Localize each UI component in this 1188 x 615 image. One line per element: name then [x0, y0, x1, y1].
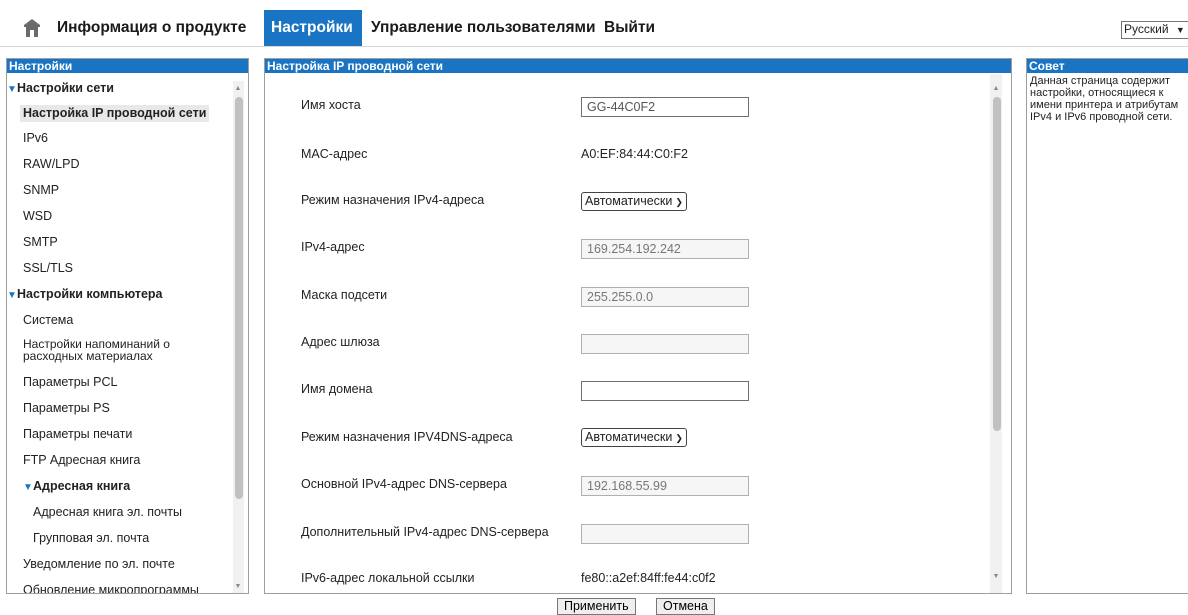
nav-product-info[interactable]: Информация о продукте [50, 10, 253, 46]
wired-ip-settings-panel: Настройка IP проводной сети Имя хоста GG… [264, 58, 1012, 594]
sidebar-item-ps[interactable]: Параметры PS [23, 401, 110, 416]
sidebar-category-label: Настройки компьютера [17, 287, 163, 301]
sidebar-item-print[interactable]: Параметры печати [23, 427, 132, 442]
tip-panel: Совет Данная страница содержит настройки… [1026, 58, 1188, 594]
nav-settings[interactable]: Настройки [264, 10, 362, 46]
scroll-up-arrow-icon[interactable]: ▲ [233, 85, 243, 93]
sidebar-category-label: Адресная книга [33, 479, 131, 493]
language-select-value: Русский [1124, 22, 1169, 36]
settings-sidebar: Настройки ▼Настройки сети Настройка IP п… [6, 58, 249, 594]
sidebar-scroll-thumb[interactable] [235, 97, 243, 499]
ipv6-link-local-value: fe80::a2ef:84ff:fe44:c0f2 [581, 571, 716, 585]
sidebar-category-address-book[interactable]: ▼Адресная книга [23, 479, 130, 495]
gateway-input[interactable] [581, 334, 749, 354]
sidebar-item-wired-ip[interactable]: Настройка IP проводной сети [20, 105, 210, 122]
gateway-label: Адрес шлюза [301, 335, 380, 349]
sidebar-item-snmp[interactable]: SNMP [23, 183, 59, 198]
sidebar-item-group-email[interactable]: Групповая эл. почта [33, 531, 149, 546]
panel-title: Настройка IP проводной сети [265, 59, 1011, 73]
tip-title: Совет [1027, 59, 1188, 73]
dns-primary-input[interactable]: 192.168.55.99 [581, 476, 749, 496]
domain-input[interactable] [581, 381, 749, 401]
apply-button[interactable]: Применить [557, 598, 636, 615]
sidebar-item-rawlpd[interactable]: RAW/LPD [23, 157, 80, 172]
top-navigation-bar: Информация о продукте Настройки Управлен… [0, 10, 1188, 47]
sidebar-category-network[interactable]: ▼Настройки сети [7, 81, 114, 97]
cancel-button[interactable]: Отмена [656, 598, 715, 615]
ipv4-address-input[interactable]: 169.254.192.242 [581, 239, 749, 259]
sidebar-category-computer[interactable]: ▼Настройки компьютера [7, 287, 163, 303]
dns-mode-label: Режим назначения IPV4DNS-адреса [301, 430, 513, 444]
sidebar-item-smtp[interactable]: SMTP [23, 235, 58, 250]
dns-primary-label: Основной IPv4-адрес DNS-сервера [301, 477, 507, 491]
sidebar-item-email-notify[interactable]: Уведомление по эл. почте [23, 557, 175, 572]
scroll-up-arrow-icon[interactable]: ▲ [991, 85, 1001, 93]
language-select[interactable]: Русский ▼ [1121, 21, 1188, 39]
nav-user-management[interactable]: Управление пользователями [364, 10, 603, 46]
triangle-down-icon: ▼ [7, 84, 17, 95]
ipv6-link-local-label: IPv6-адрес локальной ссылки [301, 571, 475, 585]
chevron-down-icon: ❯ [675, 433, 683, 443]
triangle-down-icon: ▼ [23, 482, 33, 493]
mac-label: MAC-адрес [301, 147, 368, 161]
subnet-mask-label: Маска подсети [301, 288, 388, 302]
sidebar-item-firmware[interactable]: Обновление микропрограммы [23, 583, 199, 593]
nav-logout[interactable]: Выйти [597, 10, 662, 46]
sidebar-item-ipv6[interactable]: IPv6 [23, 131, 48, 146]
ipv4-mode-select[interactable]: Автоматически ❯ [581, 192, 687, 211]
sidebar-item-ssltls[interactable]: SSL/TLS [23, 261, 73, 276]
sidebar-item-wsd[interactable]: WSD [23, 209, 52, 224]
dns-secondary-label: Дополнительный IPv4-адрес DNS-сервера [301, 525, 549, 539]
sidebar-item-pcl[interactable]: Параметры PCL [23, 375, 117, 390]
dns-mode-select[interactable]: Автоматически ❯ [581, 428, 687, 447]
sidebar-item-email-book[interactable]: Адресная книга эл. почты [33, 505, 182, 520]
hostname-input[interactable]: GG-44C0F2 [581, 97, 749, 117]
sidebar-item-ftp[interactable]: FTP Адресная книга [23, 453, 140, 468]
subnet-mask-input[interactable]: 255.255.0.0 [581, 287, 749, 307]
sidebar-title: Настройки [7, 59, 248, 73]
ipv4-mode-select-value: Автоматически [585, 194, 673, 208]
content-scroll-thumb[interactable] [993, 97, 1001, 431]
sidebar-item-system[interactable]: Система [23, 313, 73, 328]
domain-label: Имя домена [301, 382, 373, 396]
sidebar-category-label: Настройки сети [17, 81, 114, 95]
triangle-down-icon: ▼ [7, 290, 17, 301]
dns-secondary-input[interactable] [581, 524, 749, 544]
scroll-down-arrow-icon[interactable]: ▼ [991, 573, 1001, 581]
chevron-down-icon: ▼ [1175, 25, 1185, 35]
sidebar-item-label: расходных материалах [23, 349, 153, 363]
chevron-down-icon: ❯ [675, 197, 683, 207]
tip-text: Данная страница содержит настройки, отно… [1030, 75, 1179, 123]
sidebar-item-supply-reminders[interactable]: Настройки напоминаний о расходных матери… [23, 338, 170, 362]
dns-mode-select-value: Автоматически [585, 430, 673, 444]
scroll-down-arrow-icon[interactable]: ▼ [233, 583, 243, 591]
home-icon[interactable] [24, 19, 40, 37]
ipv4-mode-label: Режим назначения IPv4-адреса [301, 193, 485, 207]
hostname-label: Имя хоста [301, 98, 361, 112]
ipv4-address-label: IPv4-адрес [301, 240, 365, 254]
mac-value: A0:EF:84:44:C0:F2 [581, 147, 689, 161]
